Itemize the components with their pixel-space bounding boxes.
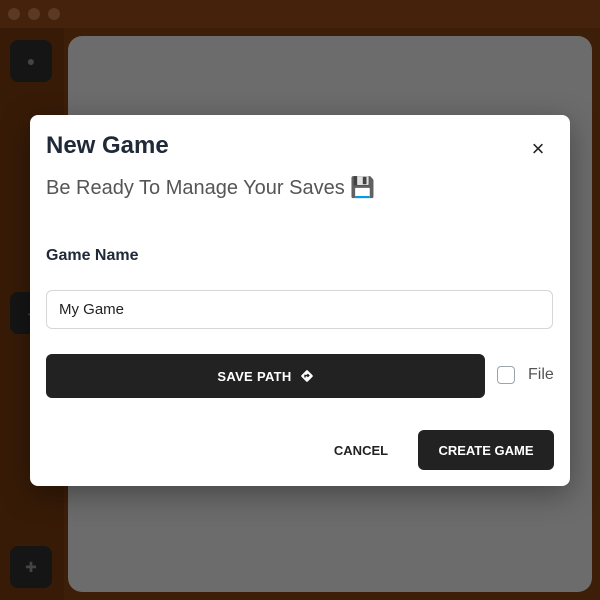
save-path-label: SAVE PATH xyxy=(217,368,292,384)
close-dialog-button[interactable]: × xyxy=(526,136,550,161)
game-name-input[interactable] xyxy=(46,290,553,329)
dialog-title: New Game xyxy=(46,132,169,159)
create-game-button[interactable]: CREATE GAME xyxy=(418,430,554,470)
create-label: CREATE GAME xyxy=(438,442,534,458)
cancel-label: CANCEL xyxy=(333,442,389,458)
dialog-subtitle: Be Ready To Manage Your Saves 💾 xyxy=(46,177,376,199)
file-checkbox-label: File xyxy=(528,366,554,383)
close-icon: × xyxy=(531,136,545,161)
app-window: ● ◂ ✚ New Game × Be Ready To Manage Your… xyxy=(0,0,600,600)
file-checkbox[interactable] xyxy=(497,366,515,384)
directions-icon xyxy=(300,369,314,383)
new-game-dialog: New Game × Be Ready To Manage Your Saves… xyxy=(30,115,570,486)
save-path-button[interactable]: SAVE PATH xyxy=(46,354,485,398)
cancel-button[interactable]: CANCEL xyxy=(318,430,404,470)
game-name-label: Game Name xyxy=(46,247,139,264)
